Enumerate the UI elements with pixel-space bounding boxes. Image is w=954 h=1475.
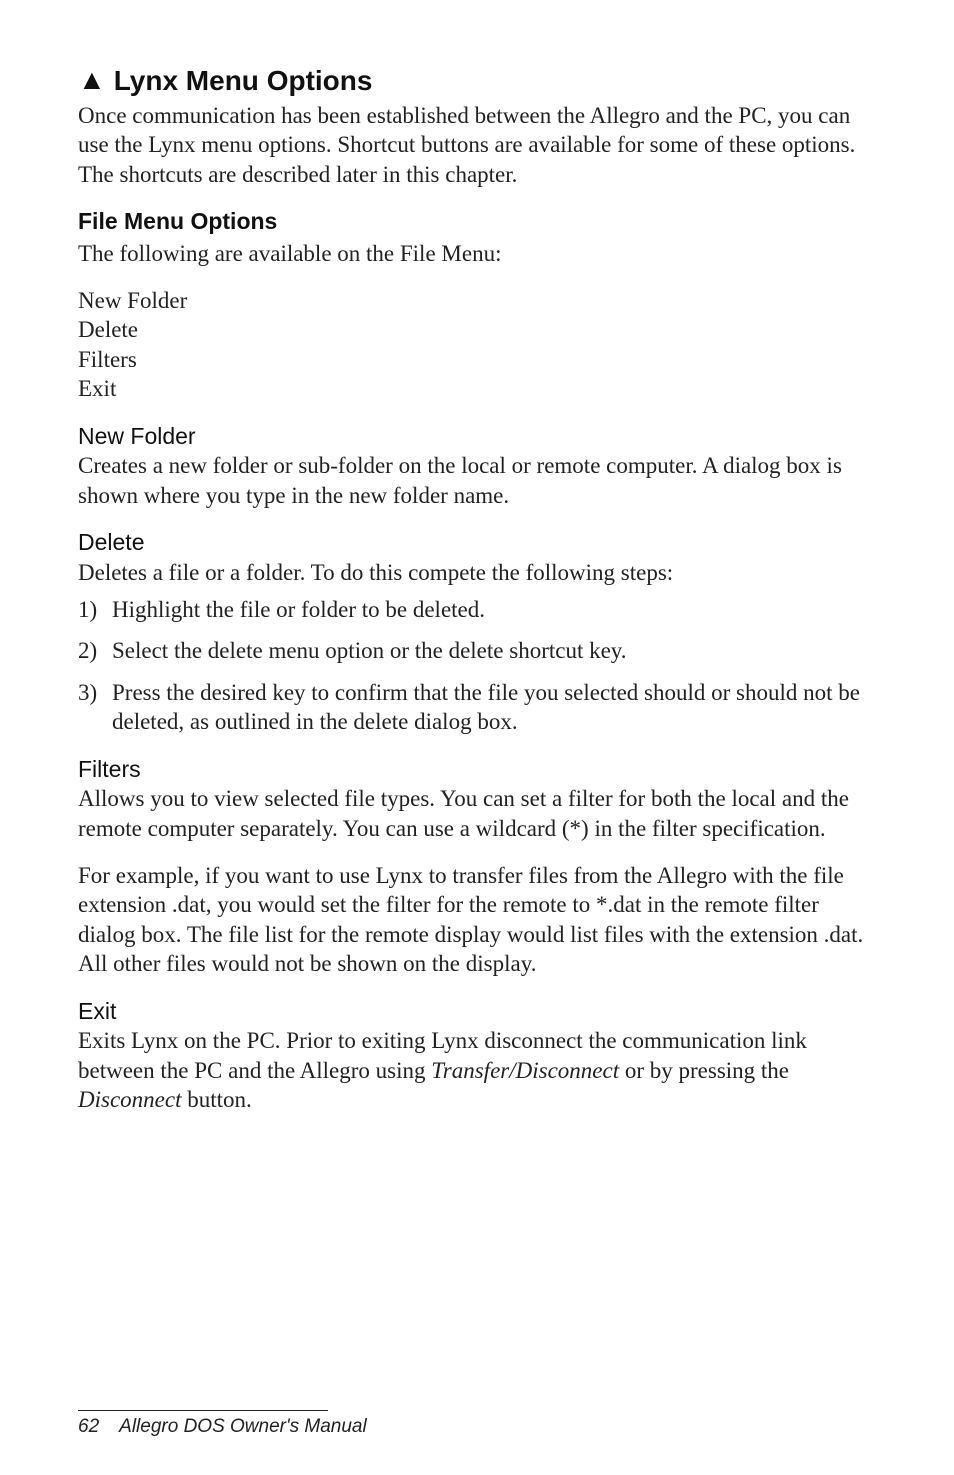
exit-text-mid: or by pressing the bbox=[619, 1058, 789, 1083]
list-item: 2) Select the delete menu option or the … bbox=[78, 636, 876, 665]
step-text: Press the desired key to confirm that th… bbox=[112, 678, 876, 737]
footer-title: Allegro DOS Owner's Manual bbox=[119, 1416, 367, 1437]
file-menu-list: New Folder Delete Filters Exit bbox=[78, 286, 876, 404]
new-folder-body: Creates a new folder or sub-folder on th… bbox=[78, 451, 876, 510]
step-number: 2) bbox=[78, 636, 112, 665]
delete-intro: Deletes a file or a folder. To do this c… bbox=[78, 558, 876, 587]
filters-heading: Filters bbox=[78, 755, 876, 784]
file-menu-intro: The following are available on the File … bbox=[78, 239, 876, 268]
list-item: New Folder bbox=[78, 286, 876, 315]
footer-rule bbox=[78, 1410, 328, 1411]
page-number: 62 bbox=[78, 1416, 99, 1437]
step-number: 3) bbox=[78, 678, 112, 737]
page-footer: 62 Allegro DOS Owner's Manual bbox=[78, 1415, 367, 1439]
list-item: Filters bbox=[78, 345, 876, 374]
exit-italic-1: Transfer/Disconnect bbox=[431, 1058, 619, 1083]
delete-steps: 1) Highlight the file or folder to be de… bbox=[78, 595, 876, 737]
triangle-icon: ▲ bbox=[78, 62, 106, 98]
step-number: 1) bbox=[78, 595, 112, 624]
section-intro: Once communication has been established … bbox=[78, 101, 876, 189]
filters-p1: Allows you to view selected file types. … bbox=[78, 784, 876, 843]
step-text: Highlight the file or folder to be delet… bbox=[112, 595, 876, 624]
step-text: Select the delete menu option or the del… bbox=[112, 636, 876, 665]
new-folder-heading: New Folder bbox=[78, 422, 876, 451]
exit-italic-2: Disconnect bbox=[78, 1087, 181, 1112]
list-item: 1) Highlight the file or folder to be de… bbox=[78, 595, 876, 624]
delete-heading: Delete bbox=[78, 528, 876, 557]
filters-p2: For example, if you want to use Lynx to … bbox=[78, 861, 876, 979]
section-title-text: Lynx Menu Options bbox=[114, 65, 373, 96]
list-item: Exit bbox=[78, 374, 876, 403]
exit-body: Exits Lynx on the PC. Prior to exiting L… bbox=[78, 1026, 876, 1114]
list-item: Delete bbox=[78, 315, 876, 344]
file-menu-heading: File Menu Options bbox=[78, 207, 876, 236]
exit-heading: Exit bbox=[78, 997, 876, 1026]
exit-text-post: button. bbox=[181, 1087, 251, 1112]
list-item: 3) Press the desired key to confirm that… bbox=[78, 678, 876, 737]
section-heading: ▲ Lynx Menu Options bbox=[78, 62, 876, 99]
